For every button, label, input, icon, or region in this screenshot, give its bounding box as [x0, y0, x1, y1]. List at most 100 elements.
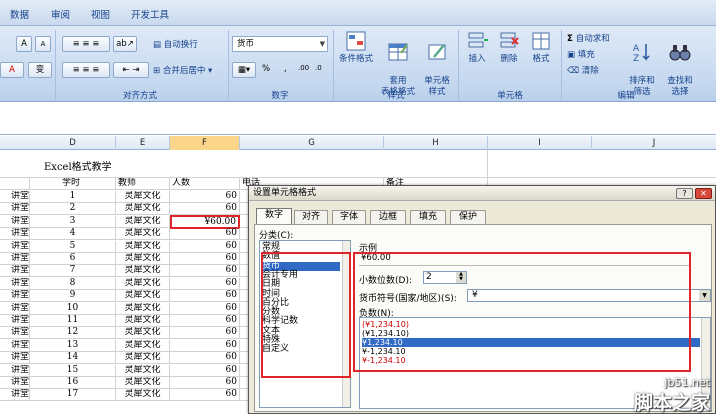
column-header-j[interactable]: J [592, 136, 716, 150]
header-cell[interactable]: 人数 [170, 178, 240, 190]
table-row-count[interactable]: 60 [170, 377, 240, 389]
close-button[interactable]: ✕ [695, 188, 712, 199]
table-row-hours[interactable]: 10 [30, 302, 116, 315]
table-row-stub[interactable]: 讲堂 [0, 277, 30, 290]
table-row-hours[interactable]: 1 [30, 191, 116, 203]
cell-styles-button[interactable]: 单元格 样式 [420, 30, 454, 98]
table-row-count[interactable]: 60 [170, 191, 240, 203]
blank-cells[interactable] [488, 150, 716, 178]
table-row-teacher[interactable]: 灵犀文化 [116, 240, 170, 253]
table-row-hours[interactable]: 11 [30, 315, 116, 327]
column-header-g[interactable]: G [240, 136, 384, 150]
tab-developer[interactable]: 开发工具 [131, 7, 169, 21]
table-row-hours[interactable]: 9 [30, 290, 116, 303]
table-row-count[interactable]: 60 [170, 240, 240, 253]
table-row-stub[interactable]: 讲堂 [0, 315, 30, 327]
table-row-teacher[interactable]: 灵犀文化 [116, 228, 170, 241]
table-row-teacher[interactable]: 灵犀文化 [116, 277, 170, 290]
column-header-i[interactable]: I [488, 136, 592, 150]
table-row-teacher[interactable]: 灵犀文化 [116, 302, 170, 315]
table-row-hours[interactable]: 12 [30, 327, 116, 340]
percent-button[interactable]: % [262, 64, 270, 74]
header-cell[interactable]: 教师 [116, 178, 170, 190]
column-header-f[interactable]: F [170, 136, 240, 150]
column-header-e[interactable]: E [116, 136, 170, 150]
font-shrink-button[interactable]: A [35, 36, 51, 52]
table-row-stub[interactable]: 讲堂 [0, 265, 30, 278]
table-row-hours[interactable]: 4 [30, 228, 116, 241]
table-row-stub[interactable]: 讲堂 [0, 352, 30, 365]
table-row-teacher[interactable]: 灵犀文化 [116, 253, 170, 265]
font-color-button[interactable]: A [0, 62, 24, 78]
table-row-teacher[interactable]: 灵犀文化 [116, 339, 170, 352]
table-row-hours[interactable]: 7 [30, 265, 116, 278]
tab-view[interactable]: 视图 [91, 7, 110, 21]
table-row-count[interactable]: 60 [170, 389, 240, 402]
insert-cells-button[interactable]: 插入 [462, 30, 492, 65]
tab-review[interactable]: 审阅 [51, 7, 70, 21]
conditional-format-button[interactable]: 条件格式 [338, 30, 374, 65]
table-row-stub[interactable]: 讲堂 [0, 377, 30, 389]
tab-fill[interactable]: 填充 [410, 210, 446, 224]
tab-protection[interactable]: 保护 [450, 210, 486, 224]
column-header-h[interactable]: H [384, 136, 488, 150]
column-header-d[interactable]: D [30, 136, 116, 150]
number-format-select[interactable]: 货币 ▼ [232, 36, 328, 52]
indent-buttons[interactable]: ⇤ ⇥ [113, 62, 149, 78]
table-row-hours[interactable]: 13 [30, 339, 116, 352]
table-row-teacher[interactable]: 灵犀文化 [116, 377, 170, 389]
table-row-count[interactable]: 60 [170, 315, 240, 327]
table-row-stub[interactable]: 讲堂 [0, 228, 30, 241]
phonetic-button[interactable]: 变 [28, 62, 52, 78]
tab-font[interactable]: 字体 [332, 210, 366, 224]
tab-border[interactable]: 边框 [370, 210, 406, 224]
fill-button[interactable]: ▣ 填充 [567, 48, 595, 60]
tab-number[interactable]: 数字 [256, 208, 292, 225]
table-row-teacher[interactable]: 灵犀文化 [116, 315, 170, 327]
comma-button[interactable]: , [284, 64, 287, 74]
table-row-teacher[interactable]: 灵犀文化 [116, 215, 170, 228]
table-row-stub[interactable]: 讲堂 [0, 327, 30, 340]
table-row-count[interactable]: 60 [170, 228, 240, 241]
table-row-teacher[interactable]: 灵犀文化 [116, 290, 170, 303]
header-cell[interactable]: 学时 [30, 178, 116, 190]
table-row-count[interactable]: 60 [170, 327, 240, 340]
tab-data[interactable]: 数据 [10, 7, 29, 21]
table-row-count[interactable]: 60 [170, 339, 240, 352]
tab-alignment[interactable]: 对齐 [294, 210, 328, 224]
table-row-hours[interactable]: 2 [30, 203, 116, 216]
table-row-stub[interactable]: 讲堂 [0, 290, 30, 303]
table-row-teacher[interactable]: 灵犀文化 [116, 327, 170, 340]
font-grow-button[interactable]: A [16, 36, 32, 52]
table-row-stub[interactable]: 讲堂 [0, 389, 30, 402]
wrap-text-button[interactable]: ▤ 自动换行 [153, 38, 198, 50]
table-row-stub[interactable]: 讲堂 [0, 203, 30, 216]
increase-decimal-button[interactable]: .00 [298, 64, 309, 72]
table-row-count[interactable]: 60 [170, 290, 240, 303]
table-row-hours[interactable]: 8 [30, 277, 116, 290]
table-row-stub[interactable]: 讲堂 [0, 191, 30, 203]
table-row-count[interactable]: 60 [170, 364, 240, 377]
find-select-button[interactable]: 查找和 选择 [662, 30, 698, 98]
help-button[interactable]: ? [676, 188, 693, 199]
selected-currency-cell[interactable]: ¥60.00 [170, 214, 240, 229]
decrease-decimal-button[interactable]: .0 [315, 64, 322, 72]
table-row-stub[interactable]: 讲堂 [0, 253, 30, 265]
table-row-count[interactable]: 60 [170, 265, 240, 278]
table-row-hours[interactable]: 5 [30, 240, 116, 253]
table-row-count[interactable]: 60 [170, 352, 240, 365]
accounting-format-button[interactable]: ▦▾ [232, 62, 256, 78]
table-row-teacher[interactable]: 灵犀文化 [116, 191, 170, 203]
format-cells-button[interactable]: 格式 [526, 30, 556, 65]
sort-filter-button[interactable]: AZ 排序和 筛选 [624, 30, 660, 98]
table-row-hours[interactable]: 16 [30, 377, 116, 389]
delete-cells-button[interactable]: 删除 [494, 30, 524, 65]
table-row-teacher[interactable]: 灵犀文化 [116, 265, 170, 278]
clear-button[interactable]: ⌫ 清除 [567, 64, 599, 76]
orientation-button[interactable]: ab↗ [113, 36, 137, 52]
table-row-hours[interactable]: 14 [30, 352, 116, 365]
merge-center-button[interactable]: ⊞ 合并后居中 ▾ [153, 64, 212, 76]
table-row-teacher[interactable]: 灵犀文化 [116, 203, 170, 216]
align-top-buttons[interactable]: ≡ ≡ ≡ [62, 36, 110, 52]
table-row-hours[interactable]: 3 [30, 215, 116, 228]
